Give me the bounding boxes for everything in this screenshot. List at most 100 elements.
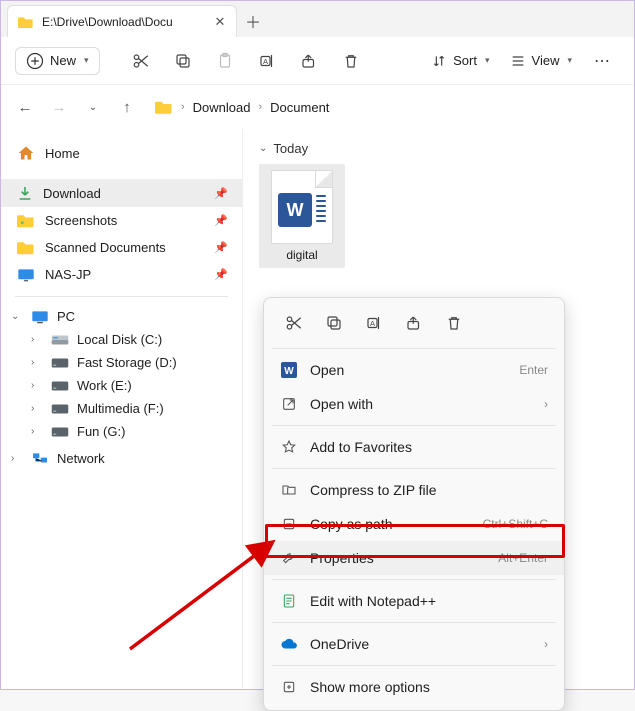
new-tab-button[interactable]: ＋ <box>237 5 269 37</box>
drive-icon <box>51 380 69 392</box>
separator <box>272 348 556 349</box>
ctx-notepadpp[interactable]: Edit with Notepad++ <box>264 584 564 618</box>
sort-button[interactable]: Sort ▾ <box>425 49 495 73</box>
sidebar-nas[interactable]: NAS-JP 📌 <box>1 261 242 288</box>
ctx-copy-button[interactable] <box>316 308 352 338</box>
ctx-onedrive[interactable]: OneDrive › <box>264 627 564 661</box>
home-icon <box>17 145 35 161</box>
ctx-open[interactable]: W Open Enter <box>264 353 564 387</box>
download-icon <box>17 185 33 201</box>
breadcrumb[interactable]: › Download › Document <box>147 99 624 115</box>
sidebar-item-label: Home <box>45 146 80 161</box>
sidebar-drive-g[interactable]: › Fun (G:) <box>1 420 242 443</box>
pin-icon: 📌 <box>214 187 228 200</box>
recent-locations-button[interactable]: ⌄ <box>79 93 107 121</box>
sidebar-pc[interactable]: ⌄ PC <box>1 305 242 328</box>
file-name: digital <box>263 248 341 262</box>
ctx-rename-button[interactable]: A <box>356 308 392 338</box>
ctx-item-label: Open <box>310 362 507 378</box>
sidebar-download[interactable]: Download 📌 <box>1 179 242 207</box>
separator <box>272 579 556 580</box>
chevron-right-icon: › <box>31 334 43 345</box>
ctx-share-button[interactable] <box>396 308 432 338</box>
window-tab[interactable]: E:\Drive\Download\Docu ✕ <box>7 5 237 37</box>
share-button[interactable] <box>292 44 326 78</box>
view-button[interactable]: View ▾ <box>504 49 578 73</box>
monitor-icon <box>17 268 35 282</box>
sidebar-item-label: Multimedia (F:) <box>77 401 164 416</box>
sidebar-scanned[interactable]: Scanned Documents 📌 <box>1 234 242 261</box>
rename-button[interactable]: A <box>250 44 284 78</box>
ctx-item-accel: Enter <box>519 363 548 377</box>
delete-button[interactable] <box>334 44 368 78</box>
drive-icon <box>51 334 69 346</box>
up-button[interactable]: ↑ <box>113 93 141 121</box>
drive-icon <box>51 426 69 438</box>
more-button[interactable]: ⋯ <box>586 44 620 78</box>
ctx-more-options[interactable]: Show more options <box>264 670 564 704</box>
sidebar-item-label: PC <box>57 309 75 324</box>
sort-label: Sort <box>453 53 477 68</box>
sidebar-item-label: Fast Storage (D:) <box>77 355 177 370</box>
rename-icon: A <box>365 314 383 332</box>
new-button[interactable]: New ▾ <box>15 47 100 75</box>
sidebar-drive-f[interactable]: › Multimedia (F:) <box>1 397 242 420</box>
chevron-down-icon: ▾ <box>567 55 572 66</box>
rename-icon: A <box>258 52 276 70</box>
cut-button[interactable] <box>124 44 158 78</box>
chevron-right-icon: › <box>259 101 263 113</box>
copy-button[interactable] <box>166 44 200 78</box>
plus-circle-icon <box>26 52 44 70</box>
network-icon <box>31 452 49 466</box>
sidebar-item-label: NAS-JP <box>45 267 91 282</box>
ctx-copy-path[interactable]: Copy as path Ctrl+Shift+C <box>264 507 564 541</box>
ctx-item-label: Compress to ZIP file <box>310 482 548 498</box>
notepad-icon <box>280 592 298 610</box>
chevron-down-icon: ⌄ <box>259 143 267 154</box>
sidebar-item-label: Network <box>57 451 105 466</box>
chevron-right-icon: › <box>31 380 43 391</box>
group-header[interactable]: ⌄ Today <box>259 139 618 164</box>
new-button-label: New <box>50 53 76 68</box>
copy-path-icon <box>280 515 298 533</box>
cloud-icon <box>280 635 298 653</box>
view-label: View <box>532 53 560 68</box>
ctx-item-label: Copy as path <box>310 516 471 532</box>
folder-icon <box>17 240 35 255</box>
chevron-right-icon: › <box>31 357 43 368</box>
file-item[interactable]: W digital <box>259 164 345 268</box>
ctx-item-accel: Ctrl+Shift+C <box>483 517 548 531</box>
paste-button[interactable] <box>208 44 242 78</box>
pin-icon: 📌 <box>214 241 228 254</box>
sidebar-item-label: Screenshots <box>45 213 117 228</box>
svg-text:W: W <box>284 366 294 377</box>
sidebar-drive-e[interactable]: › Work (E:) <box>1 374 242 397</box>
breadcrumb-item[interactable]: Download <box>193 100 251 115</box>
ctx-item-label: Show more options <box>310 679 548 695</box>
separator <box>15 296 228 297</box>
word-icon: W <box>280 361 298 379</box>
ctx-properties[interactable]: Properties Alt+Enter <box>264 541 564 575</box>
forward-button[interactable]: → <box>45 93 73 121</box>
share-icon <box>405 314 423 332</box>
ctx-open-with[interactable]: Open with › <box>264 387 564 421</box>
ctx-zip[interactable]: Compress to ZIP file <box>264 473 564 507</box>
back-button[interactable]: ← <box>11 93 39 121</box>
sidebar-drive-d[interactable]: › Fast Storage (D:) <box>1 351 242 374</box>
share-icon <box>300 52 318 70</box>
sidebar-home[interactable]: Home <box>1 139 242 167</box>
svg-text:A: A <box>263 57 268 66</box>
separator <box>272 468 556 469</box>
ctx-cut-button[interactable] <box>276 308 312 338</box>
sidebar-screenshots[interactable]: Screenshots 📌 <box>1 207 242 234</box>
drive-icon <box>51 403 69 415</box>
chevron-right-icon: › <box>11 453 23 464</box>
ctx-delete-button[interactable] <box>436 308 472 338</box>
scissors-icon <box>132 52 150 70</box>
breadcrumb-item[interactable]: Document <box>270 100 329 115</box>
sidebar-network[interactable]: › Network <box>1 447 242 470</box>
sidebar-drive-c[interactable]: › Local Disk (C:) <box>1 328 242 351</box>
tab-close-button[interactable]: ✕ <box>214 16 226 28</box>
separator <box>272 425 556 426</box>
ctx-favorites[interactable]: Add to Favorites <box>264 430 564 464</box>
